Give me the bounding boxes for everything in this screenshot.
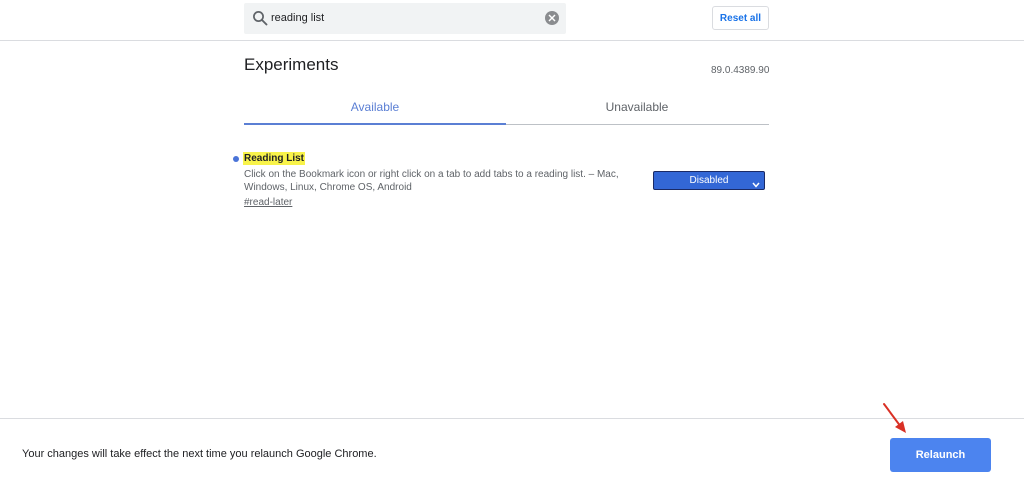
- page-title: Experiments: [244, 55, 339, 74]
- arrow-annotation-icon: [880, 402, 910, 441]
- search-box[interactable]: [244, 3, 566, 34]
- experiment-state-select[interactable]: Disabled: [653, 171, 765, 190]
- reset-all-button[interactable]: Reset all: [712, 6, 769, 30]
- chevron-down-icon: [752, 177, 760, 194]
- flags-page: Reset all Experiments 89.0.4389.90 Avail…: [0, 0, 1024, 485]
- experiment-description: Click on the Bookmark icon or right clic…: [244, 169, 619, 193]
- relaunch-button[interactable]: Relaunch: [890, 438, 991, 472]
- relaunch-footer: Your changes will take effect the next t…: [0, 418, 1024, 485]
- select-value: Disabled: [689, 175, 729, 186]
- experiment-permalink[interactable]: #read-later: [244, 197, 292, 208]
- tab-available[interactable]: Available: [244, 92, 506, 125]
- search-icon: [252, 10, 268, 26]
- tab-unavailable[interactable]: Unavailable: [506, 92, 768, 125]
- clear-icon[interactable]: [545, 11, 559, 25]
- modified-indicator-dot: [233, 156, 239, 162]
- relaunch-message: Your changes will take effect the next t…: [22, 448, 377, 460]
- experiment-name: Reading List: [243, 152, 306, 165]
- tab-bar: Available Unavailable: [244, 92, 769, 125]
- header: Reset all: [0, 0, 1024, 41]
- search-input[interactable]: [271, 8, 531, 28]
- version-label: 89.0.4389.90: [711, 65, 770, 76]
